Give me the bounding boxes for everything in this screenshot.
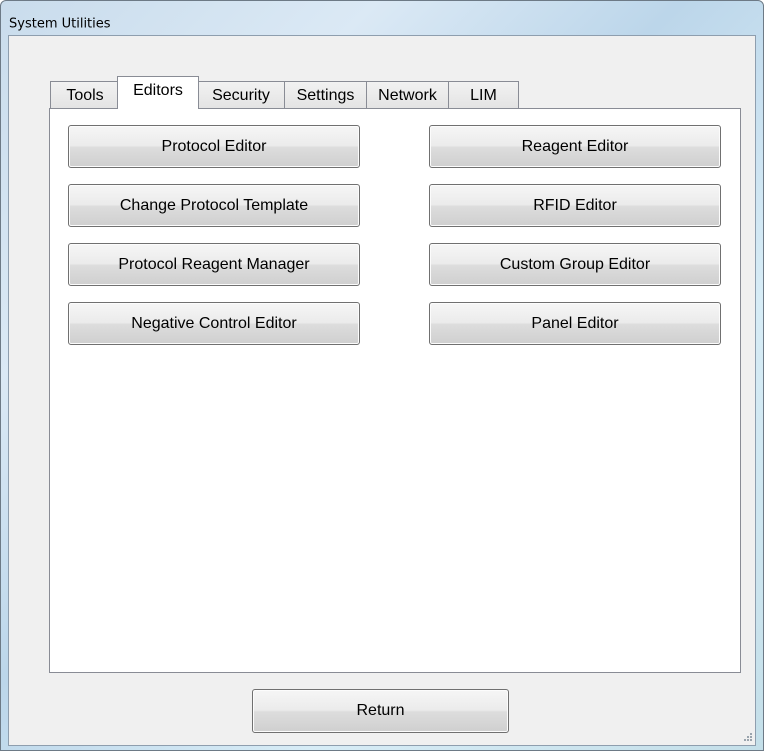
custom-group-editor-button[interactable]: Custom Group Editor — [429, 243, 721, 286]
reagent-editor-button[interactable]: Reagent Editor — [429, 125, 721, 168]
window-title: System Utilities — [9, 16, 111, 32]
editors-tab-page: Protocol Editor Change Protocol Template… — [49, 108, 741, 673]
rfid-editor-button[interactable]: RFID Editor — [429, 184, 721, 227]
tab-security[interactable]: Security — [197, 81, 285, 109]
protocol-reagent-manager-button[interactable]: Protocol Reagent Manager — [68, 243, 360, 286]
tab-strip: Tools Editors Security Settings Network … — [50, 76, 519, 109]
protocol-editor-button[interactable]: Protocol Editor — [68, 125, 360, 168]
tab-settings[interactable]: Settings — [284, 81, 367, 109]
tab-editors[interactable]: Editors — [117, 76, 199, 109]
panel-editor-button[interactable]: Panel Editor — [429, 302, 721, 345]
resize-grip-icon[interactable] — [743, 732, 753, 742]
change-protocol-template-button[interactable]: Change Protocol Template — [68, 184, 360, 227]
tab-network[interactable]: Network — [366, 81, 449, 109]
tab-tools[interactable]: Tools — [50, 81, 120, 109]
negative-control-editor-button[interactable]: Negative Control Editor — [68, 302, 360, 345]
system-utilities-window: System Utilities Tools Editors Security … — [0, 0, 764, 751]
tab-lim[interactable]: LIM — [448, 81, 519, 109]
title-bar[interactable]: System Utilities — [1, 1, 763, 35]
return-button[interactable]: Return — [252, 689, 509, 733]
